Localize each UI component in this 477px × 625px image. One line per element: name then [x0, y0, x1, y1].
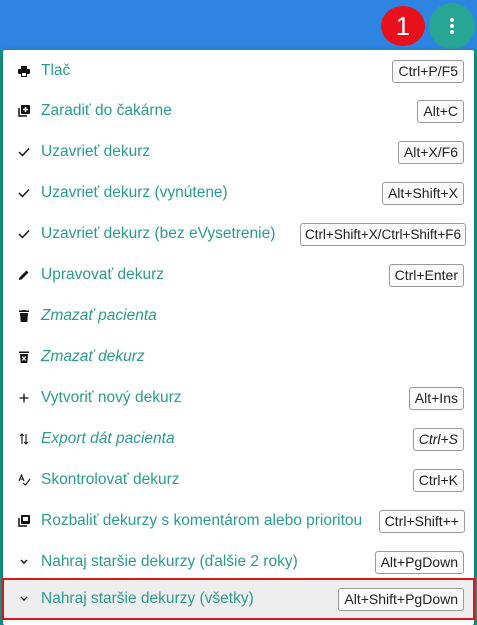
spellcheck-icon: [17, 473, 31, 487]
menu-item-label: Uzavrieť dekurz (vynútene): [41, 184, 228, 201]
collections-icon: [17, 514, 31, 528]
shortcut-badge: Alt+Shift+X: [381, 181, 464, 205]
menu-item-delete-record[interactable]: Zmazať dekurz: [3, 337, 474, 377]
chevron-down-icon: [17, 555, 31, 569]
trash-icon: [17, 309, 31, 323]
menu-item-label: Zmazať pacienta: [41, 307, 157, 324]
shortcut-badge: Ctrl+Enter: [388, 263, 464, 287]
menu-item-export-patient[interactable]: Export dát pacienta Ctrl+S: [3, 419, 474, 459]
trash-x-icon: [17, 350, 31, 364]
menu-item-label: Vytvoriť nový dekurz: [41, 389, 182, 406]
menu-item-label: Zmazať dekurz: [41, 348, 145, 365]
menu-item-label: Upravovať dekurz: [41, 266, 164, 283]
menu-item-label: Rozbaliť dekurzy s komentárom alebo prio…: [41, 512, 363, 529]
shortcut-badge: Ctrl+P/F5: [392, 59, 464, 83]
printer-icon: [17, 64, 31, 78]
shortcut-badge: Ctrl+Shift++: [378, 509, 465, 533]
menu-item-label: Export dát pacienta: [41, 430, 175, 447]
menu-item-load-older-all[interactable]: Nahraj staršie dekurzy (všetky) Alt+Shif…: [2, 578, 475, 620]
menu-item-close-record-forced[interactable]: Uzavrieť dekurz (vynútene) Alt+Shift+X: [3, 173, 474, 213]
menu-item-label: Uzavrieť dekurz (bez eVysetrenie): [41, 225, 276, 242]
menu-item-print[interactable]: Tlač Ctrl+P/F5: [3, 51, 474, 91]
step-number-badge: 1: [381, 6, 425, 46]
swap-vertical-icon: [17, 432, 31, 446]
shortcut-badge: Alt+Shift+PgDown: [338, 587, 464, 611]
menu-item-label: Uzavrieť dekurz: [41, 143, 151, 160]
chevron-down-icon: [17, 592, 31, 606]
shortcut-badge: Alt+PgDown: [374, 550, 464, 574]
menu-item-expand-commented[interactable]: Rozbaliť dekurzy s komentárom alebo prio…: [3, 501, 474, 541]
shortcut-badge: Ctrl+Shift+X/Ctrl+Shift+F6: [299, 222, 466, 246]
menu-item-load-older-2-years[interactable]: Nahraj staršie dekurzy (ďalšie 2 roky) A…: [3, 542, 474, 582]
menu-item-label: Nahraj staršie dekurzy (všetky): [41, 590, 254, 607]
menu-item-label: Nahraj staršie dekurzy (ďalšie 2 roky): [41, 553, 298, 570]
menu-item-close-record[interactable]: Uzavrieť dekurz Alt+X/F6: [3, 132, 474, 172]
shortcut-badge: Alt+C: [417, 99, 464, 123]
menu-item-close-record-no-evysetrenie[interactable]: Uzavrieť dekurz (bez eVysetrenie) Ctrl+S…: [3, 214, 474, 254]
menu-item-label: Skontrolovať dekurz: [41, 471, 180, 488]
shortcut-badge: Ctrl+K: [412, 468, 464, 492]
check-icon: [17, 186, 31, 200]
menu-item-label: Tlač: [41, 62, 71, 79]
menu-item-edit-record[interactable]: Upravovať dekurz Ctrl+Enter: [3, 255, 474, 295]
menu-item-delete-patient[interactable]: Zmazať pacienta: [3, 296, 474, 336]
menu-item-label: Zaradiť do čakárne: [41, 102, 172, 119]
more-vertical-icon: [450, 18, 454, 34]
menu-item-new-record[interactable]: Vytvoriť nový dekurz Alt+Ins: [3, 378, 474, 418]
shortcut-badge: Alt+Ins: [408, 386, 464, 410]
add-to-queue-icon: [17, 104, 31, 118]
shortcut-badge: Alt+X/F6: [397, 140, 464, 164]
pencil-icon: [17, 268, 31, 282]
plus-icon: [17, 391, 31, 405]
check-icon: [17, 227, 31, 241]
context-menu: Tlač Ctrl+P/F5 Zaradiť do čakárne Alt+C …: [2, 50, 475, 625]
shortcut-badge: Ctrl+S: [412, 427, 464, 451]
more-options-button[interactable]: [429, 3, 475, 49]
check-icon: [17, 145, 31, 159]
menu-item-check-record[interactable]: Skontrolovať dekurz Ctrl+K: [3, 460, 474, 500]
menu-item-add-to-queue[interactable]: Zaradiť do čakárne Alt+C: [3, 91, 474, 131]
